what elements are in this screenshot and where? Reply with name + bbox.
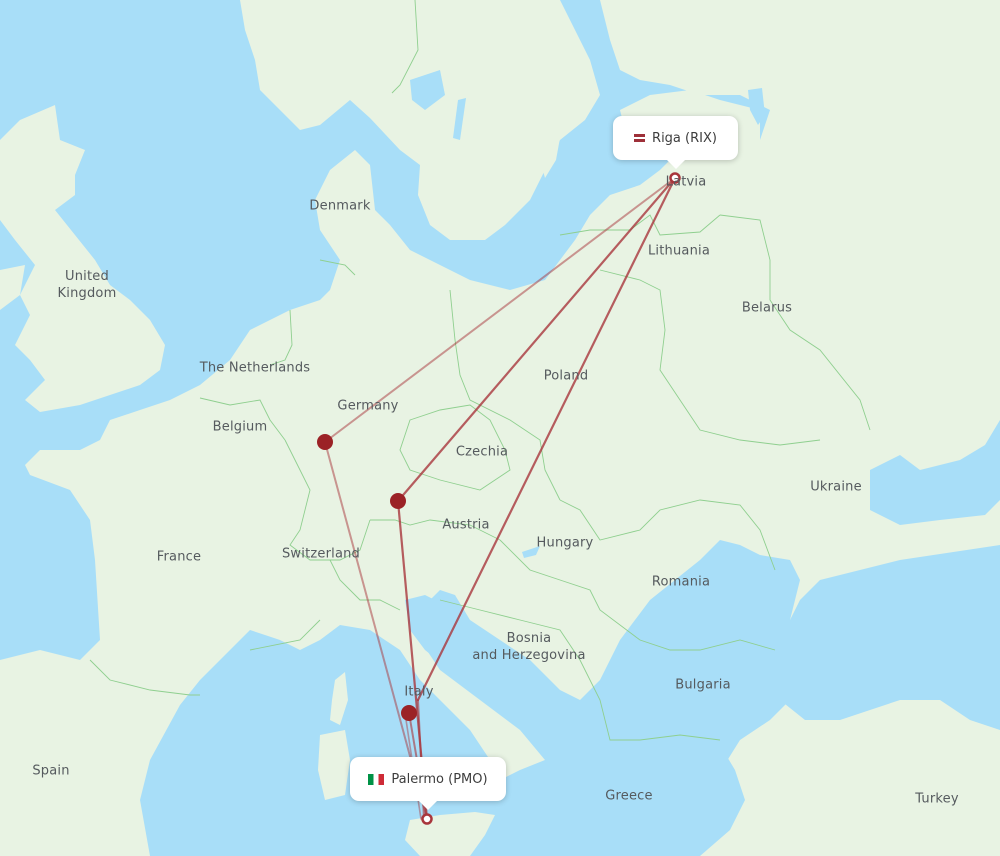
routes-layer [317, 172, 681, 825]
label-united-kingdom-line1: United [65, 269, 109, 284]
stopover-frankfurt[interactable] [317, 434, 333, 450]
destination-airport-tooltip[interactable]: Palermo (PMO) [350, 757, 506, 810]
label-switzerland: Switzerland [281, 546, 361, 562]
stopover-rome[interactable] [401, 705, 417, 721]
label-lithuania: Lithuania [647, 243, 711, 259]
route-riga-rome[interactable] [416, 176, 677, 702]
label-hungary: Hungary [536, 535, 594, 551]
label-denmark: Denmark [309, 198, 371, 214]
label-bosnia: Bosnia and Herzegovina [472, 630, 585, 664]
label-austria: Austria [442, 517, 490, 533]
label-greece: Greece [605, 788, 653, 804]
label-italy: Italy [404, 684, 434, 700]
origin-airport-tooltip[interactable]: Riga (RIX) [613, 116, 738, 169]
latvia-flag-icon [634, 134, 646, 142]
label-germany: Germany [337, 398, 399, 414]
origin-airport-label: Riga (RIX) [652, 130, 717, 146]
label-belgium: Belgium [212, 419, 268, 435]
label-netherlands: The Netherlands [199, 360, 311, 376]
label-poland: Poland [543, 368, 589, 384]
label-bosnia-line1: Bosnia [506, 631, 552, 646]
label-bulgaria: Bulgaria [675, 677, 731, 693]
label-france: France [156, 549, 202, 565]
route-riga-munich[interactable] [396, 176, 677, 503]
label-belarus: Belarus [741, 300, 793, 316]
destination-airport-label: Palermo (PMO) [391, 771, 488, 787]
label-united-kingdom: United Kingdom [58, 268, 117, 302]
route-map[interactable]: United Kingdom Denmark The Netherlands B… [0, 0, 1000, 856]
label-bosnia-line2: and Herzegovina [472, 648, 586, 663]
label-turkey: Turkey [915, 791, 959, 807]
label-romania: Romania [651, 574, 711, 590]
flight-routes [324, 176, 677, 821]
label-latvia: Latvia [665, 174, 707, 190]
label-spain: Spain [32, 763, 70, 779]
label-united-kingdom-line2: Kingdom [57, 286, 117, 301]
label-czechia: Czechia [455, 444, 509, 460]
stopover-munich[interactable] [390, 493, 406, 509]
stopover-markers [317, 434, 417, 721]
destination-airport-marker[interactable] [421, 813, 433, 825]
italy-flag-icon [368, 773, 385, 785]
label-ukraine: Ukraine [810, 479, 862, 495]
